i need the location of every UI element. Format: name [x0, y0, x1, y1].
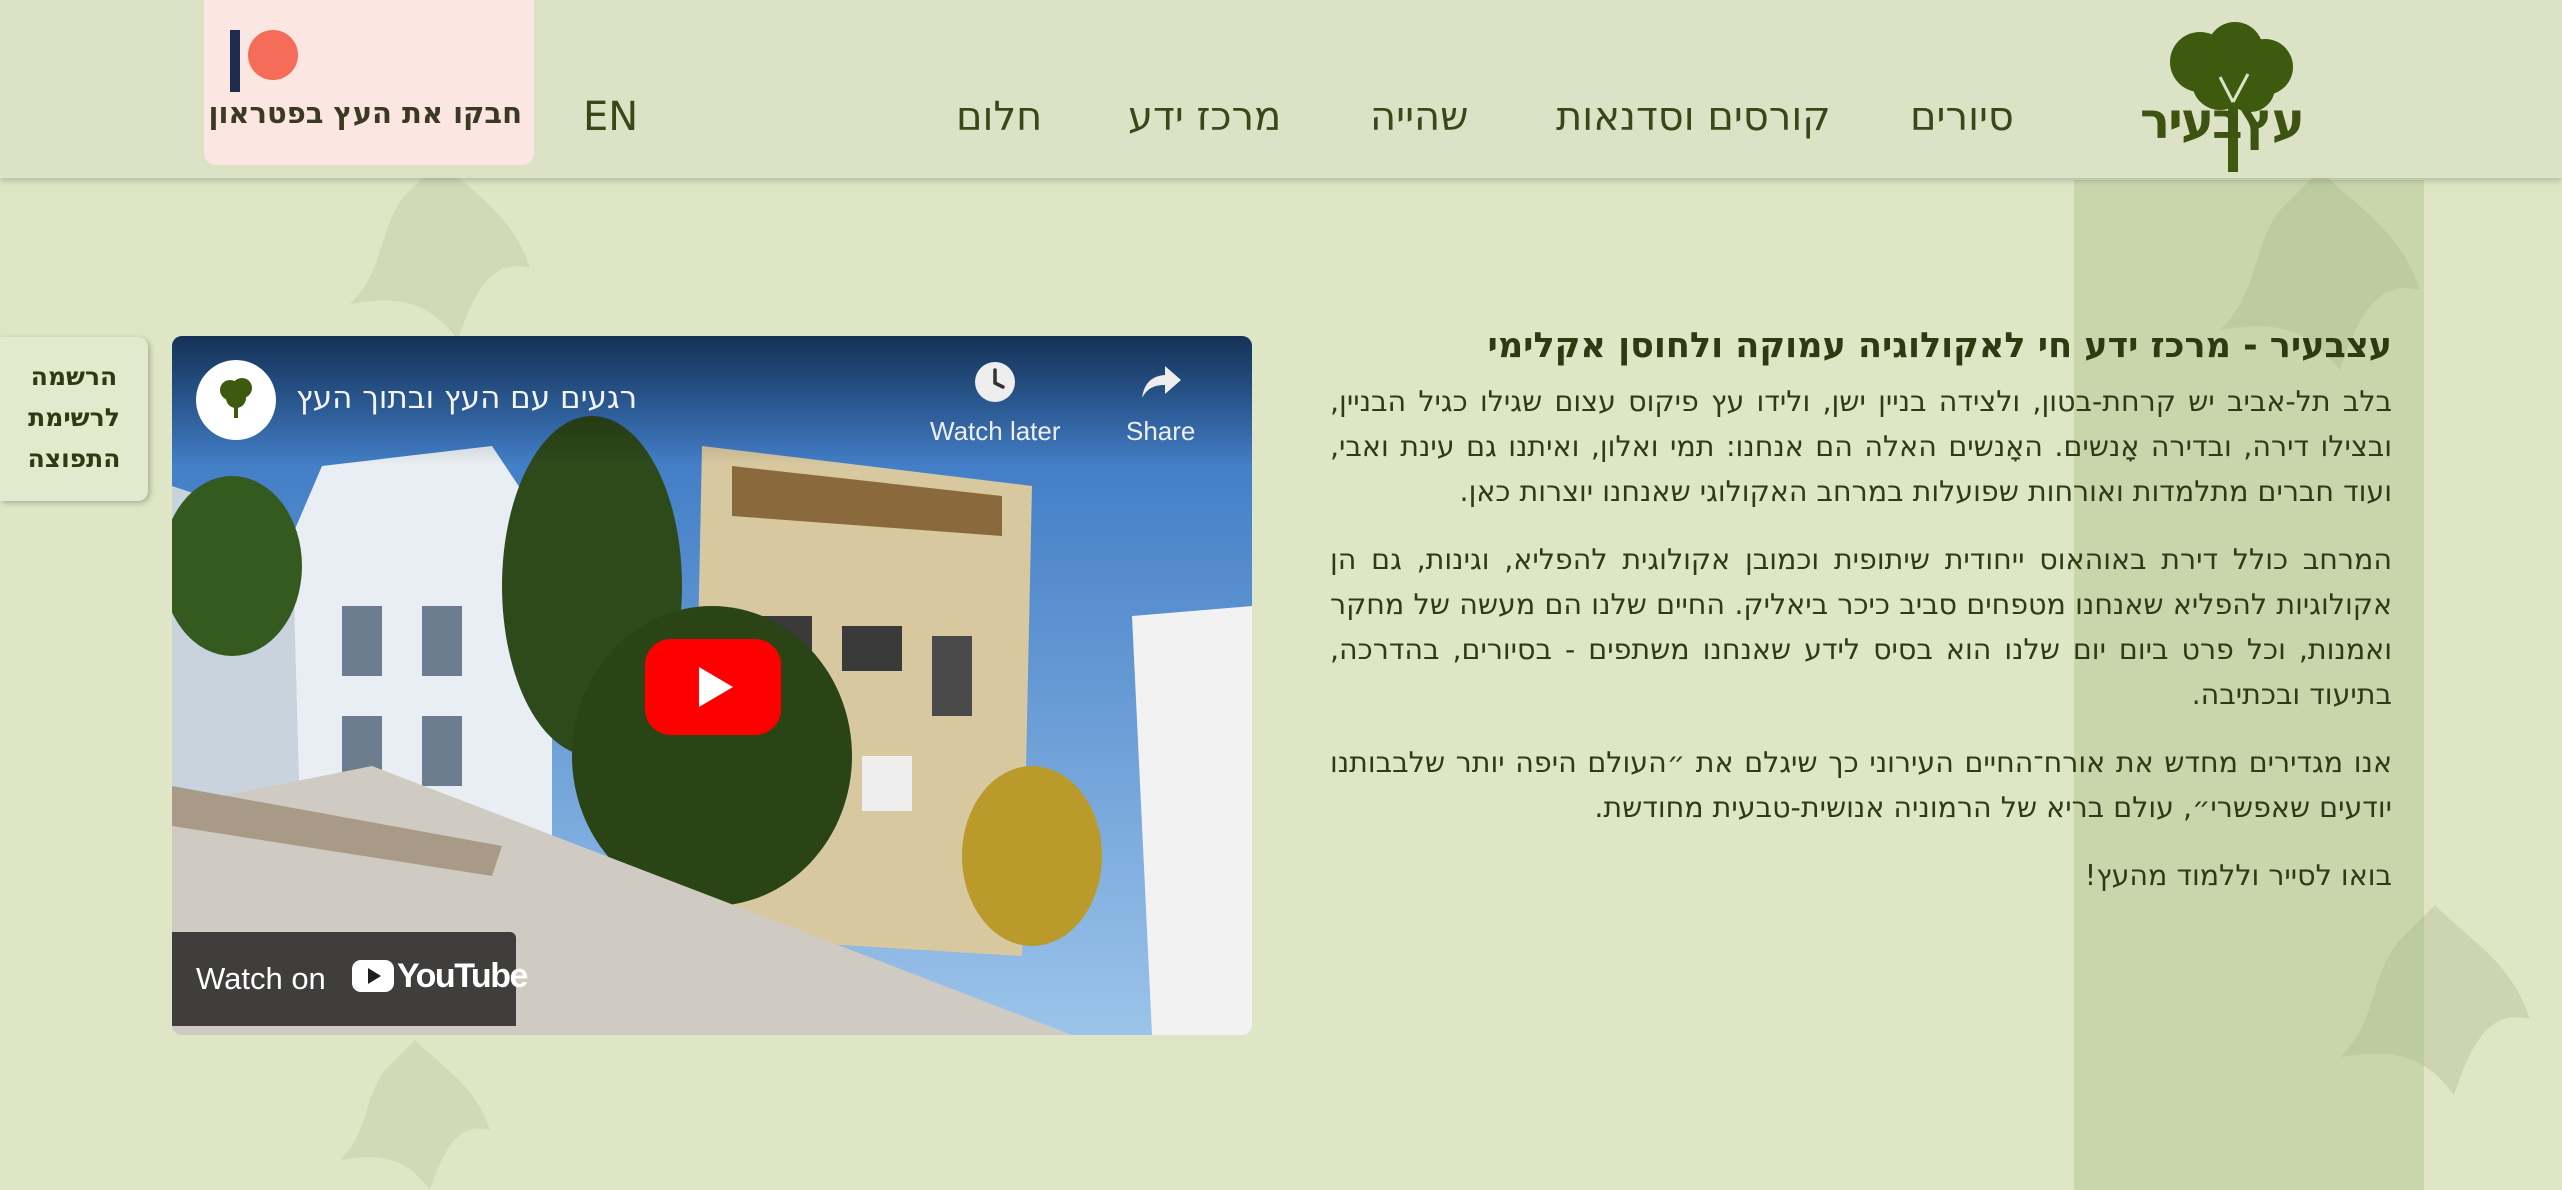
call-to-action-text: בואו לסייר וללמוד מהעץ!: [2084, 859, 2392, 892]
channel-avatar[interactable]: [196, 360, 276, 440]
watch-later-label: Watch later: [930, 416, 1061, 446]
about-paragraph: בלב תל-אביב יש קרחת-בטון, ולצידה בניין י…: [1330, 385, 2392, 508]
youtube-video-embed[interactable]: רגעים עם העץ ובתוך העץ Watch later Share…: [172, 336, 1252, 1035]
nav-item-knowledge-center[interactable]: מרכז ידע: [1128, 94, 1281, 140]
share-label: Share: [1126, 416, 1196, 446]
play-button-icon[interactable]: [645, 639, 781, 735]
newsletter-signup-tab[interactable]: הרשמה לרשימת התפוצה: [0, 337, 148, 501]
youtube-wordmark: YouTube: [397, 957, 528, 995]
leaf-decoration-icon: [2340, 905, 2530, 1095]
nav-item-courses[interactable]: קורסים וסדנאות: [1556, 94, 1831, 140]
nav-item-dream[interactable]: חלום: [956, 94, 1042, 140]
youtube-logo-icon: [352, 960, 394, 992]
newsletter-tab-line: לרשימת: [28, 403, 120, 432]
tree-logo-icon: [220, 378, 252, 418]
newsletter-tab-line: הרשמה: [30, 362, 118, 391]
about-paragraph: אנו מגדירים מחדש את אורח־החיים העירוני כ…: [1330, 746, 2392, 824]
about-section: עצבעיר - מרכז ידע חי לאקולוגיה עמוקה ולח…: [1330, 316, 2392, 921]
share-button[interactable]: Share: [1126, 360, 1195, 447]
site-header: עץבעיר סיורים קורסים וסדנאות שהייה מרכז …: [0, 0, 2562, 178]
patreon-label: חבקו את העץ בפטראון: [208, 96, 522, 130]
leaf-decoration-icon: [350, 160, 530, 340]
watch-later-button[interactable]: Watch later: [930, 360, 1061, 447]
video-title[interactable]: רגעים עם העץ ובתוך העץ: [296, 380, 637, 416]
nav-item-stay[interactable]: שהייה: [1370, 94, 1469, 140]
language-switch-button[interactable]: EN: [583, 94, 638, 140]
about-paragraph: המרחב כולל דירת באוהאוס ייחודית שיתופית …: [1330, 543, 2392, 711]
watch-on-label: Watch on: [196, 961, 326, 996]
page-title: עצבעיר - מרכז ידע חי לאקולוגיה עמוקה ולח…: [1487, 326, 2392, 366]
watch-on-youtube-button[interactable]: Watch on YouTube: [172, 932, 528, 1026]
site-logo-text[interactable]: עץבעיר: [2140, 92, 2305, 150]
clock-icon: [975, 362, 1016, 402]
leaf-decoration-icon: [340, 1040, 490, 1190]
patreon-logo-dot: [248, 30, 298, 80]
share-icon: [1141, 366, 1181, 398]
patreon-button[interactable]: חבקו את העץ בפטראון: [204, 0, 534, 165]
nav-item-tours[interactable]: סיורים: [1910, 94, 2014, 140]
newsletter-tab-line: התפוצה: [27, 444, 121, 473]
patreon-logo-icon: [230, 30, 240, 92]
